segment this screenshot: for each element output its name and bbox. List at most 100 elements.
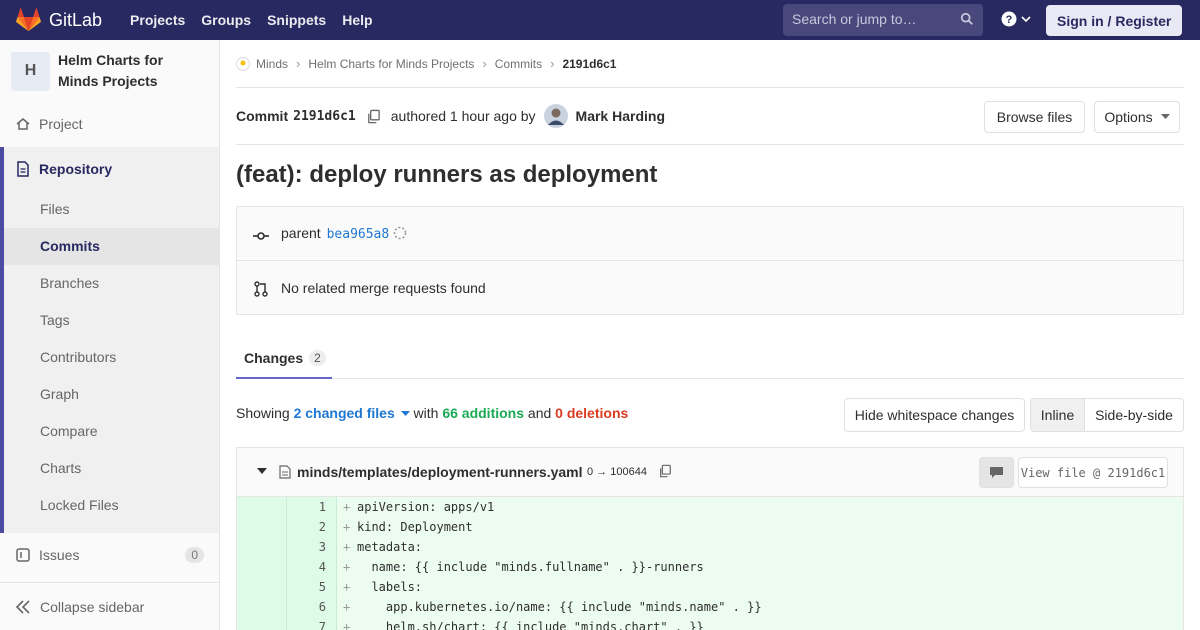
file-mode: 0 → 100644: [587, 466, 647, 478]
nav-groups[interactable]: Groups: [193, 12, 259, 28]
new-line-number[interactable]: 3: [287, 537, 337, 557]
diff-plus-marker: +: [343, 580, 351, 594]
diff-code: metadata:: [357, 540, 423, 554]
question-icon: ?: [1001, 11, 1017, 27]
changed-files-dropdown[interactable]: 2 changed files: [294, 405, 414, 421]
old-line-number[interactable]: [237, 617, 287, 630]
caret-down-icon: [400, 411, 410, 417]
nav-projects[interactable]: Projects: [122, 12, 193, 28]
old-line-number[interactable]: [237, 557, 287, 577]
search-input[interactable]: Search or jump to…: [783, 4, 983, 36]
sidebar-subitem-label: Branches: [40, 275, 100, 291]
double-chevron-left-icon: [15, 600, 30, 614]
svg-text:?: ?: [1006, 14, 1013, 26]
new-line-number[interactable]: 1: [287, 497, 337, 517]
new-line-number[interactable]: 7: [287, 617, 337, 630]
sidebar-item-repository[interactable]: Repository: [4, 147, 219, 191]
sidebar-item-label: Repository: [39, 161, 113, 177]
sidebar: H Helm Charts for Minds Projects Project…: [0, 40, 220, 630]
diff-line: 6 + app.kubernetes.io/name: {{ include "…: [237, 597, 1183, 617]
nav-snippets[interactable]: Snippets: [259, 12, 334, 28]
sidebar-item-files[interactable]: Files: [4, 191, 219, 228]
file-doc-icon: [17, 161, 29, 177]
toggle-comments-button[interactable]: [979, 457, 1014, 488]
new-line-number[interactable]: 6: [287, 597, 337, 617]
nav-help[interactable]: Help: [334, 12, 380, 28]
hide-whitespace-button[interactable]: Hide whitespace changes: [844, 398, 1025, 432]
summary-and: and: [527, 405, 552, 421]
sidebar-item-compare[interactable]: Compare: [4, 413, 219, 450]
breadcrumb-item-project[interactable]: Helm Charts for Minds Projects: [308, 57, 474, 71]
new-line-number[interactable]: 5: [287, 577, 337, 597]
sidebar-subitem-label: Tags: [40, 312, 70, 328]
sidebar-item-issues[interactable]: Issues 0: [0, 541, 219, 569]
search-placeholder: Search or jump to…: [792, 11, 917, 27]
breadcrumb-item-group[interactable]: Minds: [236, 56, 288, 71]
options-label: Options: [1104, 109, 1153, 125]
copy-icon[interactable]: [366, 109, 381, 124]
parent-sha-link[interactable]: bea965a8: [327, 227, 390, 242]
brand-name: GitLab: [49, 9, 103, 30]
breadcrumb-item-sha[interactable]: 2191d6c1: [562, 57, 616, 71]
sidebar-item-label: Issues: [39, 547, 80, 563]
parent-label: parent: [281, 225, 321, 241]
summary-showing: Showing: [236, 405, 290, 421]
merge-requests-row: No related merge requests found: [237, 261, 1183, 315]
breadcrumb: Minds › Helm Charts for Minds Projects ›…: [236, 40, 1184, 88]
sidebar-section-repository: Repository Files Commits Branches Tags C…: [0, 147, 219, 533]
author-name[interactable]: Mark Harding: [576, 108, 665, 124]
sign-in-button[interactable]: Sign in / Register: [1046, 5, 1183, 36]
parent-row: parent bea965a8: [237, 207, 1183, 261]
diff-plus-marker: +: [343, 620, 351, 630]
diff-line: 7 + helm.sh/chart: {{ include "minds.cha…: [237, 617, 1183, 630]
merge-request-icon: [254, 281, 268, 297]
old-line-number[interactable]: [237, 537, 287, 557]
issues-count-badge: 0: [185, 547, 204, 563]
file-path[interactable]: minds/templates/deployment-runners.yaml: [297, 464, 583, 480]
diff-line: 4 + name: {{ include "minds.fullname" . …: [237, 557, 1183, 577]
view-file-button[interactable]: View file @ 2191d6c1: [1018, 457, 1168, 488]
commit-info-box: parent bea965a8 No related merge request…: [236, 206, 1184, 315]
help-dropdown[interactable]: ?: [1001, 11, 1031, 27]
commit-header: Commit 2191d6c1 authored 1 hour ago by M…: [236, 88, 1184, 145]
loading-spinner-icon: [393, 226, 407, 240]
collapse-sidebar-button[interactable]: Collapse sidebar: [0, 582, 219, 630]
gitlab-tanuki-icon: [16, 8, 41, 32]
collapse-label: Collapse sidebar: [40, 599, 145, 615]
sidebar-item-branches[interactable]: Branches: [4, 265, 219, 302]
browse-files-button[interactable]: Browse files: [984, 101, 1085, 133]
old-line-number[interactable]: [237, 497, 287, 517]
sidebar-item-commits[interactable]: Commits: [4, 228, 219, 265]
author-avatar[interactable]: [543, 104, 568, 128]
sidebar-item-charts[interactable]: Charts: [4, 450, 219, 487]
comment-icon: [990, 467, 1003, 478]
sidebar-item-graph[interactable]: Graph: [4, 376, 219, 413]
chevron-down-icon: [1021, 16, 1031, 23]
project-header[interactable]: H Helm Charts for Minds Projects: [0, 40, 219, 102]
sidebar-item-contributors[interactable]: Contributors: [4, 339, 219, 376]
diff-plus-marker: +: [343, 500, 351, 514]
tab-label: Changes: [244, 350, 304, 366]
commit-tabs: Changes 2: [236, 339, 1184, 379]
sidebar-item-tags[interactable]: Tags: [4, 302, 219, 339]
caret-down-icon: [1160, 114, 1170, 119]
diff-line: 1 + apiVersion: apps/v1: [237, 497, 1183, 517]
new-line-number[interactable]: 2: [287, 517, 337, 537]
options-dropdown[interactable]: Options: [1094, 101, 1180, 133]
sidebar-subitem-label: Files: [40, 201, 70, 217]
inline-view-button[interactable]: Inline: [1030, 398, 1085, 432]
deletions-count: 0 deletions: [555, 405, 629, 421]
tab-changes[interactable]: Changes 2: [236, 339, 332, 379]
gitlab-logo[interactable]: GitLab: [16, 0, 102, 40]
sidebar-subitem-label: Contributors: [40, 349, 117, 365]
sidebar-item-locked-files[interactable]: Locked Files: [4, 487, 219, 524]
old-line-number[interactable]: [237, 517, 287, 537]
side-by-side-view-button[interactable]: Side-by-side: [1084, 398, 1184, 432]
sidebar-item-project[interactable]: Project: [0, 110, 219, 138]
old-line-number[interactable]: [237, 597, 287, 617]
copy-icon[interactable]: [658, 464, 672, 478]
old-line-number[interactable]: [237, 577, 287, 597]
caret-down-icon[interactable]: [257, 468, 267, 475]
breadcrumb-item-commits[interactable]: Commits: [495, 57, 542, 71]
new-line-number[interactable]: 4: [287, 557, 337, 577]
